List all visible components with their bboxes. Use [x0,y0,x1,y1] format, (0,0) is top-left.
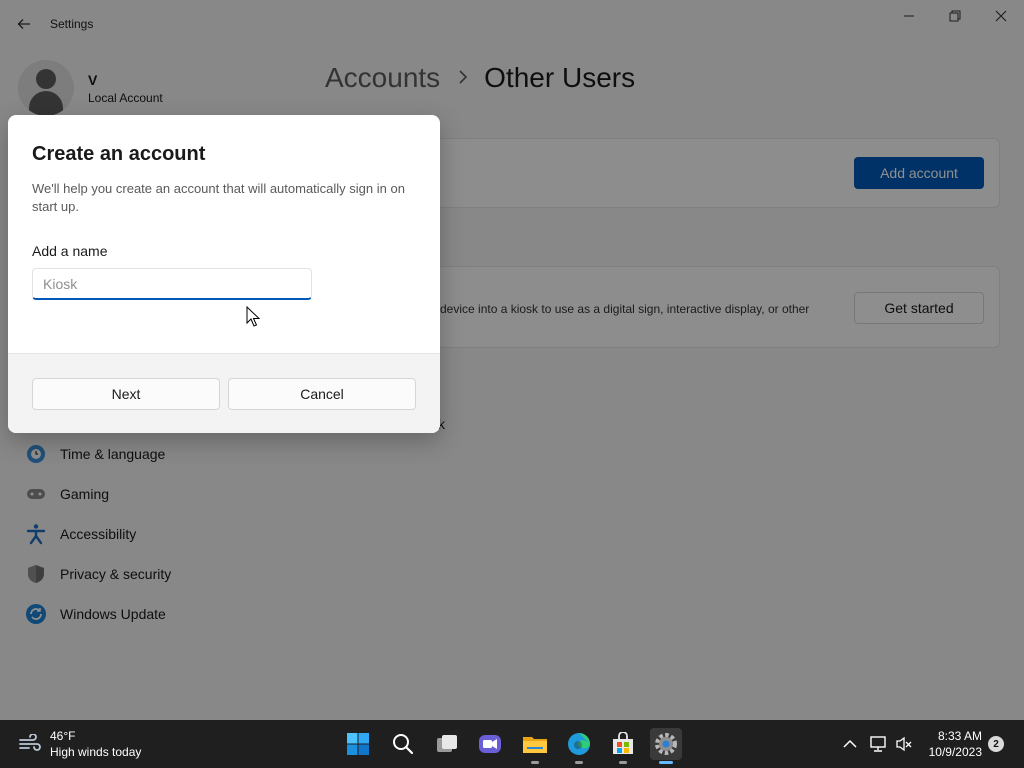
clock-time: 8:33 AM [937,729,982,743]
file-explorer-icon [523,737,547,753]
dialog-footer: Next Cancel [8,353,440,433]
task-view-button[interactable] [431,728,463,760]
task-view-icon [437,735,457,752]
active-indicator [659,761,673,764]
name-input[interactable] [32,268,312,300]
create-account-dialog: Create an account We'll help you create … [8,115,440,433]
cancel-button[interactable]: Cancel [228,378,416,410]
notification-badge[interactable]: 2 [988,736,1004,752]
mouse-cursor-icon [246,306,260,327]
weather-condition: High winds today [50,745,142,759]
taskbar: 46°F High winds today 8:33 AM 10/9/2023 [0,720,1024,768]
file-explorer-button[interactable] [519,728,551,764]
weather-temperature: 46°F [50,729,76,743]
search-icon [393,734,414,755]
dialog-title: Create an account [32,143,206,165]
dialog-description: We'll help you create an account that wi… [32,181,405,214]
chat-button[interactable] [474,728,506,760]
network-button[interactable] [868,732,888,756]
name-field-label: Add a name [32,243,108,259]
wind-icon [19,734,41,751]
clock-date: 10/9/2023 [928,745,982,759]
settings-icon [655,733,677,755]
edge-icon [568,733,590,755]
chat-icon [479,735,501,753]
system-clock[interactable]: 8:33 AM 10/9/2023 [920,728,982,760]
next-button[interactable]: Next [32,378,220,410]
store-button[interactable] [607,728,639,764]
weather-widget[interactable]: 46°F High winds today [14,726,174,762]
edge-button[interactable] [563,728,595,764]
volume-muted-icon [896,736,912,752]
start-icon [347,733,369,755]
running-indicator [619,761,627,764]
volume-button[interactable] [894,732,914,756]
settings-button[interactable] [650,728,682,764]
show-hidden-icons-button[interactable] [840,732,860,756]
running-indicator [575,761,583,764]
start-button[interactable] [342,728,374,760]
chevron-up-icon [843,739,857,748]
store-icon [613,732,633,754]
network-icon [870,736,886,752]
taskbar-search-button[interactable] [387,728,419,760]
running-indicator [531,761,539,764]
